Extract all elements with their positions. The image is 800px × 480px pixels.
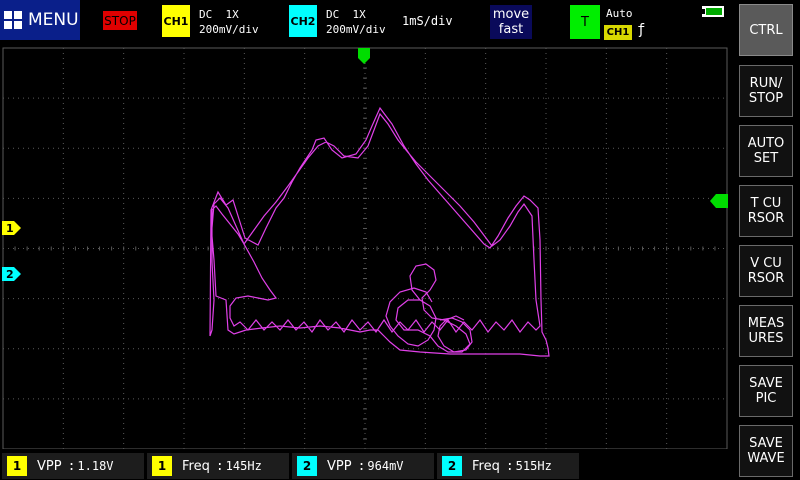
measurement-channel-badge: 1 <box>152 456 172 476</box>
measurement-channel-badge: 2 <box>442 456 462 476</box>
measurement-channel-badge: 2 <box>297 456 317 476</box>
side-button-run-stop[interactable]: RUN/ STOP <box>739 65 793 117</box>
side-button-ctrl[interactable]: CTRL <box>739 4 793 56</box>
ch1-badge[interactable]: CH1 <box>162 5 190 37</box>
ch2-settings[interactable]: DC 1X 200mV/div <box>326 7 386 37</box>
menu-button[interactable]: MENU <box>0 0 80 40</box>
measurement-ch1-freq[interactable]: 1 Freq : 145Hz <box>147 453 289 479</box>
battery-icon <box>702 6 724 17</box>
measurement-label: VPP <box>37 458 62 474</box>
measurement-ch2-vpp[interactable]: 2 VPP : 964mV <box>292 453 434 479</box>
graticule <box>2 47 728 449</box>
move-speed-toggle[interactable]: move fast <box>490 5 532 39</box>
menu-label: MENU <box>28 10 79 30</box>
measurement-value: 964mV <box>367 459 404 473</box>
side-button-measures[interactable]: MEAS URES <box>739 305 793 357</box>
side-button-save-wave[interactable]: SAVE WAVE <box>739 425 793 477</box>
top-status-bar: MENU STOP CH1 DC 1X 200mV/div CH2 DC 1X … <box>0 0 735 44</box>
ch1-offset-marker-label: 1 <box>6 222 14 235</box>
trigger-source-badge[interactable]: CH1 <box>604 25 632 40</box>
ch1-coupling: DC 1X <box>199 8 239 21</box>
ch2-badge[interactable]: CH2 <box>289 5 317 37</box>
ch1-scale: 200mV/div <box>199 23 259 36</box>
measurement-value: 145Hz <box>225 459 262 473</box>
side-button-t-cursor[interactable]: T CU RSOR <box>739 185 793 237</box>
side-button-save-pic[interactable]: SAVE PIC <box>739 365 793 417</box>
ch1-settings[interactable]: DC 1X 200mV/div <box>199 7 259 37</box>
measurement-value: 1.18V <box>77 459 114 473</box>
ch2-offset-marker-label: 2 <box>6 268 14 281</box>
trigger-edge-icon: ƒ <box>637 22 646 38</box>
measurement-ch2-freq[interactable]: 2 Freq : 515Hz <box>437 453 579 479</box>
trigger-level-marker-icon[interactable] <box>710 194 728 208</box>
trigger-time-marker-icon[interactable] <box>358 48 370 64</box>
menu-grid-icon <box>4 11 22 29</box>
measurement-value: 515Hz <box>515 459 552 473</box>
measurement-ch1-vpp[interactable]: 1 VPP : 1.18V <box>2 453 144 479</box>
waveform-display[interactable]: 1 2 <box>0 46 730 449</box>
ch2-coupling: DC 1X <box>326 8 366 21</box>
trigger-mode[interactable]: Auto <box>606 7 633 20</box>
oscilloscope-screen: MENU STOP CH1 DC 1X 200mV/div CH2 DC 1X … <box>0 0 800 480</box>
measurement-label: Freq <box>472 458 500 474</box>
move-label: move <box>492 7 530 22</box>
side-button-auto-set[interactable]: AUTO SET <box>739 125 793 177</box>
move-speed-label: fast <box>498 22 524 37</box>
timebase-setting[interactable]: 1mS/div <box>402 14 453 28</box>
measurement-label: VPP <box>327 458 352 474</box>
trigger-badge[interactable]: T <box>570 5 600 39</box>
side-button-v-cursor[interactable]: V CU RSOR <box>739 245 793 297</box>
measurement-channel-badge: 1 <box>7 456 27 476</box>
measurement-label: Freq <box>182 458 210 474</box>
ch2-scale: 200mV/div <box>326 23 386 36</box>
xy-trace-loops <box>385 263 471 353</box>
xy-trace <box>209 106 550 357</box>
run-stop-status-badge[interactable]: STOP <box>103 11 137 30</box>
